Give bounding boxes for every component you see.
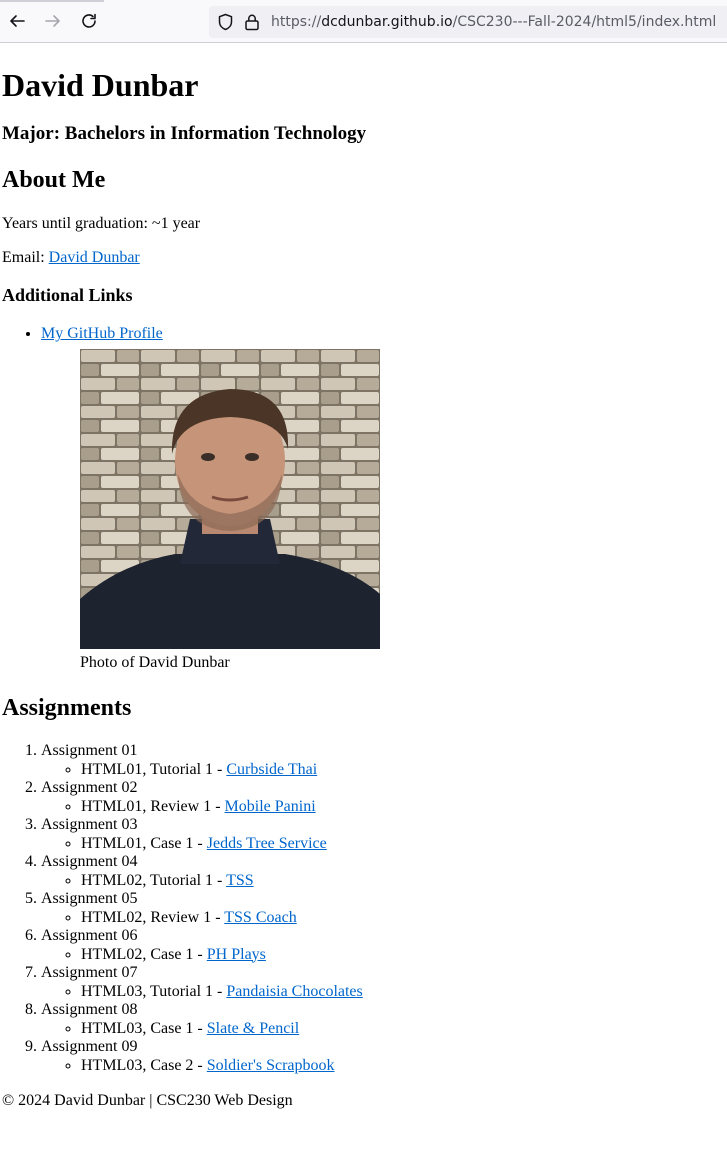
back-button[interactable] [7,11,27,31]
list-item: HTML02, Case 1 - PH Plays [81,946,725,965]
links-heading: Additional Links [2,285,133,305]
profile-photo [80,349,380,649]
assignment-link[interactable]: Soldier's Scrapbook [207,1057,335,1074]
assignment-task: HTML03, Case 1 - [81,1019,207,1037]
email-link[interactable]: David Dunbar [49,249,140,266]
list-item: Assignment 09 HTML03, Case 2 - Soldier's… [41,1038,725,1075]
assignment-link[interactable]: TSS Coach [224,909,296,926]
assignment-title: Assignment 06 [41,927,138,944]
assignment-link[interactable]: TSS [226,872,254,889]
assignment-task: HTML01, Tutorial 1 - [81,760,227,778]
arrow-right-icon [45,15,60,27]
forward-button[interactable] [43,11,63,31]
reload-icon [82,13,96,28]
list-item: HTML01, Review 1 - Mobile Panini [81,798,725,817]
url-scheme: https:// [271,14,322,30]
page-title: David Dunbar [2,67,199,103]
links-list: My GitHub Profile [2,324,725,672]
list-item: Assignment 04 HTML02, Tutorial 1 - TSS [41,853,725,890]
assignment-title: Assignment 03 [41,816,138,833]
url-host: dcdunbar.github.io [321,14,453,30]
reload-button[interactable] [79,11,99,31]
github-profile-link[interactable]: My GitHub Profile [41,325,163,342]
list-item: Assignment 06 HTML02, Case 1 - PH Plays [41,927,725,964]
shield-icon[interactable] [217,13,234,31]
assignment-title: Assignment 01 [41,742,138,759]
page-footer: © 2024 David Dunbar | CSC230 Web Design [2,1092,293,1109]
arrow-left-icon [10,15,25,27]
assignment-task: HTML02, Tutorial 1 - [81,871,227,889]
list-item: HTML01, Tutorial 1 - Curbside Thai [81,761,725,780]
assignment-task: HTML02, Review 1 - [81,908,225,926]
major-heading: Major: Bachelors in Information Technolo… [2,123,367,144]
assignment-task: HTML01, Case 1 - [81,834,207,852]
list-item: Assignment 05 HTML02, Review 1 - TSS Coa… [41,890,725,927]
list-item: HTML01, Case 1 - Jedds Tree Service [81,835,725,854]
lock-icon[interactable] [244,13,260,31]
assignment-task: HTML02, Case 1 - [81,945,207,963]
url-text[interactable]: https://dcdunbar.github.io/CSC230---Fall… [271,14,716,30]
list-item: Assignment 08 HTML03, Case 1 - Slate & P… [41,1001,725,1038]
assignment-link[interactable]: PH Plays [207,946,266,963]
list-item: My GitHub Profile [41,324,725,672]
list-item: HTML02, Review 1 - TSS Coach [81,909,725,928]
list-item: HTML02, Tutorial 1 - TSS [81,872,725,891]
assignment-title: Assignment 08 [41,1001,138,1018]
tab-indicator [0,0,104,2]
page-content: David Dunbar Major: Bachelors in Informa… [0,67,727,1110]
assignment-task: HTML01, Review 1 - [81,797,225,815]
address-bar[interactable]: https://dcdunbar.github.io/CSC230---Fall… [209,6,727,38]
email-label: Email: [2,249,49,266]
url-path: /CSC230---Fall-2024/html5/index.html [452,14,717,30]
graduation-text: Years until graduation: ~1 year [2,215,201,232]
assignment-title: Assignment 07 [41,964,138,981]
list-item: Assignment 07 HTML03, Tutorial 1 - Panda… [41,964,725,1001]
list-item: Assignment 03 HTML01, Case 1 - Jedds Tre… [41,816,725,853]
assignment-link[interactable]: Jedds Tree Service [207,835,327,852]
profile-figure: Photo of David Dunbar [80,349,380,672]
assignment-title: Assignment 09 [41,1038,138,1055]
assignment-title: Assignment 05 [41,890,138,907]
assignment-link[interactable]: Slate & Pencil [207,1020,299,1037]
assignment-link[interactable]: Pandaisia Chocolates [226,983,362,1000]
browser-toolbar: https://dcdunbar.github.io/CSC230---Fall… [0,0,727,43]
assignments-heading: Assignments [2,695,132,721]
list-item: HTML03, Tutorial 1 - Pandaisia Chocolate… [81,983,725,1002]
list-item: Assignment 01 HTML01, Tutorial 1 - Curbs… [41,742,725,779]
email-line: Email: David Dunbar [2,248,725,267]
assignment-title: Assignment 04 [41,853,138,870]
photo-caption: Photo of David Dunbar [80,654,230,671]
assignment-link[interactable]: Mobile Panini [225,798,316,815]
list-item: HTML03, Case 1 - Slate & Pencil [81,1020,725,1039]
about-heading: About Me [2,167,106,193]
assignment-task: HTML03, Tutorial 1 - [81,982,227,1000]
assignments-list: Assignment 01 HTML01, Tutorial 1 - Curbs… [2,742,725,1075]
assignment-title: Assignment 02 [41,779,138,796]
list-item: Assignment 02 HTML01, Review 1 - Mobile … [41,779,725,816]
assignment-task: HTML03, Case 2 - [81,1056,207,1074]
assignment-link[interactable]: Curbside Thai [226,761,317,778]
list-item: HTML03, Case 2 - Soldier's Scrapbook [81,1057,725,1076]
